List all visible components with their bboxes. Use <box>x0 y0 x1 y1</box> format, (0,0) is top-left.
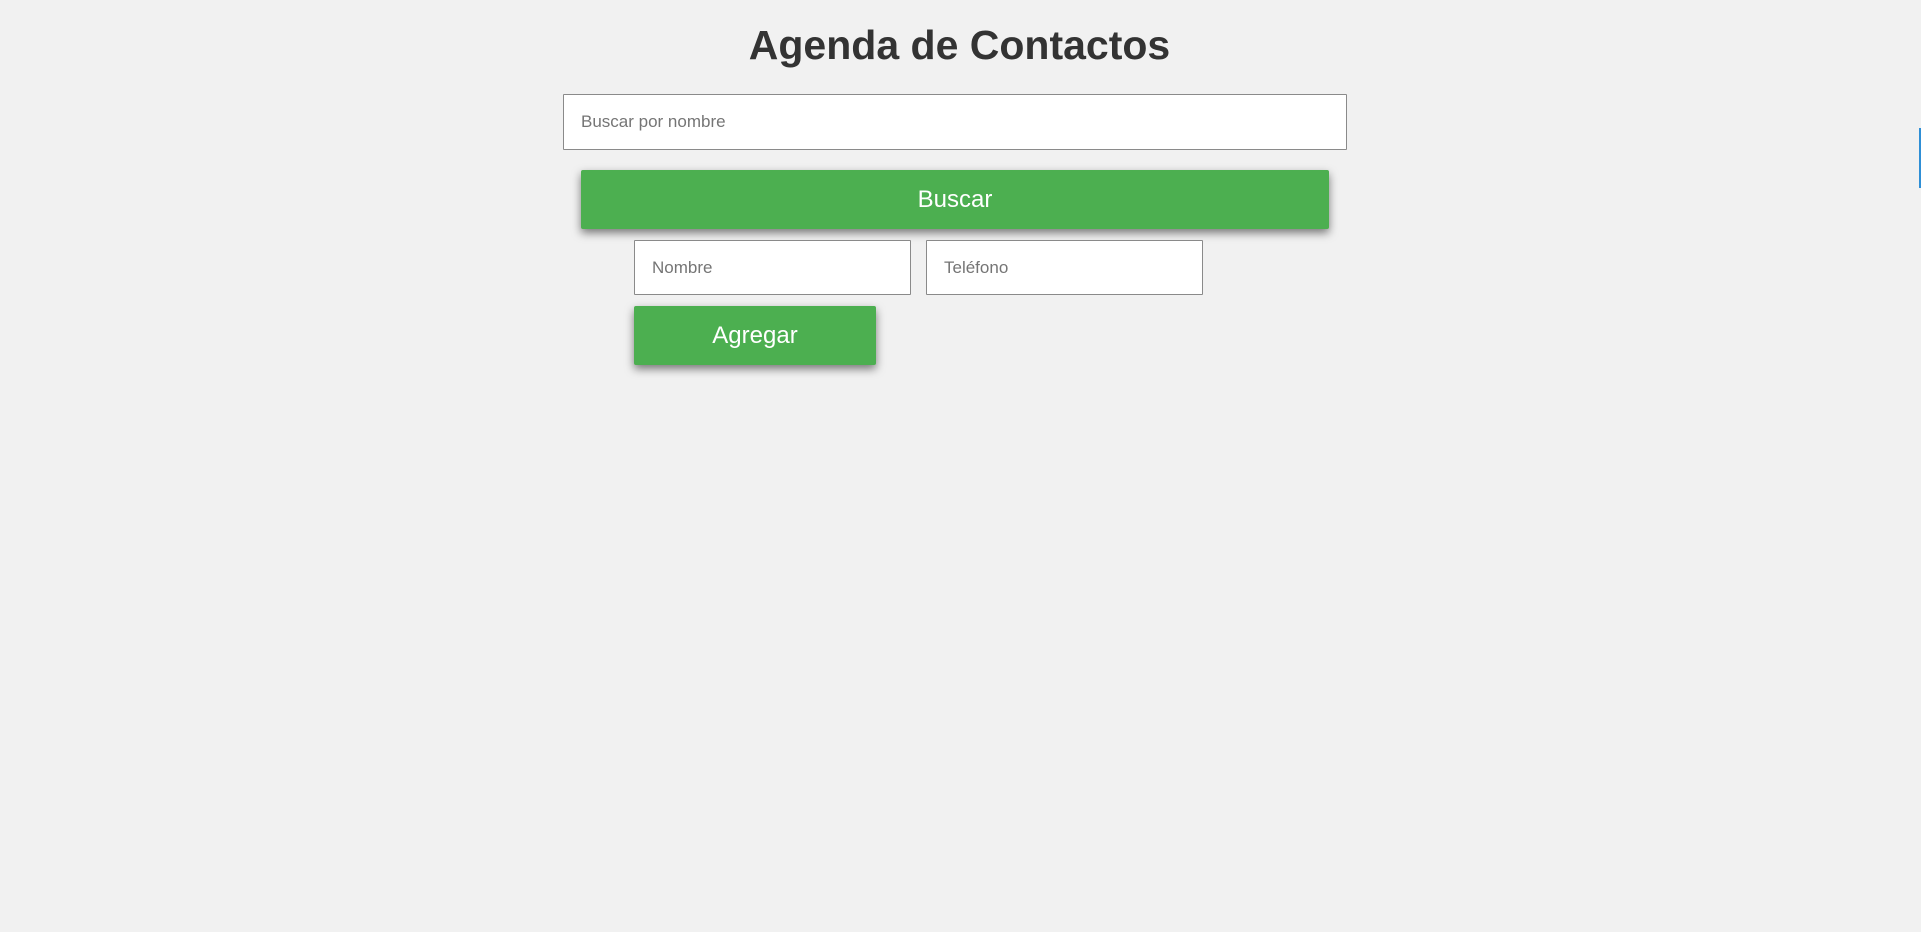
page-title: Agenda de Contactos <box>748 22 1171 68</box>
search-button-label: Buscar <box>917 185 993 213</box>
phone-field[interactable] <box>926 240 1203 295</box>
search-button[interactable]: Buscar <box>581 170 1329 229</box>
name-field[interactable] <box>634 240 911 295</box>
add-contact-button[interactable]: Agregar <box>634 306 876 365</box>
add-contact-button-label: Agregar <box>712 321 798 349</box>
search-input[interactable] <box>563 94 1347 150</box>
